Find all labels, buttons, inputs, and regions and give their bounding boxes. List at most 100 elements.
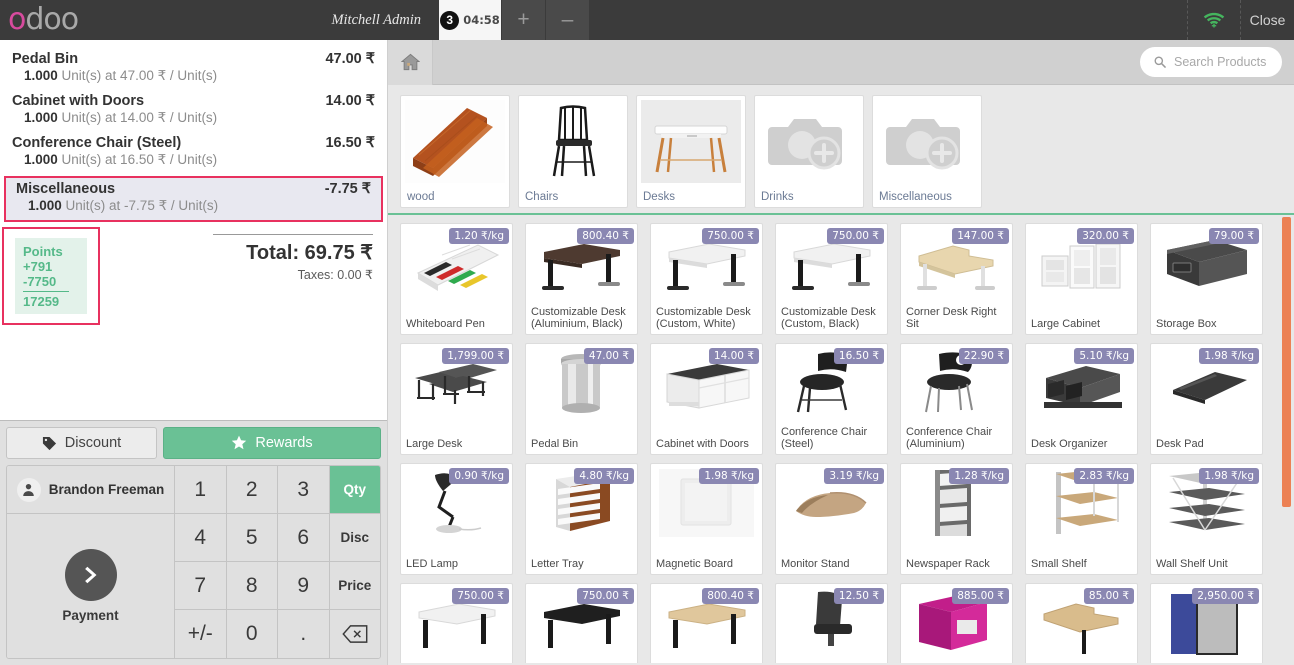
numpad-mode-price[interactable]: Price (328, 562, 380, 610)
product-card[interactable]: 4.80 ₹/kg Letter Tray (525, 463, 638, 575)
product-card[interactable]: 147.00 ₹ Corner Desk Right Sit (900, 223, 1013, 335)
order-tab[interactable]: 3 04:58 (439, 0, 501, 40)
backspace-icon[interactable] (328, 610, 380, 658)
order-line-detail: 1.000 Unit(s) at 14.00 ₹ / Unit(s) (12, 110, 375, 126)
add-order-button[interactable]: + (501, 0, 545, 40)
product-card[interactable]: 79.00 ₹ Storage Box (1150, 223, 1263, 335)
product-price: 750.00 ₹ (452, 588, 509, 604)
remove-order-button[interactable]: – (545, 0, 589, 40)
home-icon[interactable] (388, 39, 433, 85)
product-card[interactable]: 320.00 ₹ Large Cabinet (1025, 223, 1138, 335)
numpad-mode-disc[interactable]: Disc (328, 514, 380, 562)
product-card[interactable]: 800.40 ₹ (650, 583, 763, 663)
product-card[interactable]: 1.98 ₹/kg Desk Pad (1150, 343, 1263, 455)
product-card[interactable]: 85.00 ₹ (1025, 583, 1138, 663)
rewards-button[interactable]: Rewards (162, 427, 381, 459)
order-summary: Points +791 -7750 17259 Total: 69.75 ₹ T… (0, 224, 387, 342)
product-price: 14.00 ₹ (708, 348, 759, 364)
product-price: 85.00 ₹ (1083, 588, 1134, 604)
category-list: wood Chairs Desks Drinks Miscellaneous (388, 85, 1294, 215)
points-divider (23, 290, 69, 292)
product-card[interactable]: 47.00 ₹ Pedal Bin (525, 343, 638, 455)
discount-button[interactable]: Discount (6, 427, 157, 459)
numpad-key-0[interactable]: 0 (225, 610, 277, 658)
search-icon (1154, 56, 1166, 68)
order-line-selected[interactable]: Miscellaneous -7.75 ₹ 1.000 Unit(s) at -… (4, 176, 383, 222)
product-card[interactable]: 1.98 ₹/kg Magnetic Board (650, 463, 763, 575)
wifi-icon[interactable] (1187, 0, 1240, 40)
numpad-key-2[interactable]: 2 (225, 466, 277, 514)
products-subheader: Search Products (388, 39, 1294, 85)
product-price: 750.00 ₹ (827, 228, 884, 244)
product-card[interactable]: 1.20 ₹/kg Whiteboard Pen (400, 223, 513, 335)
product-card[interactable]: 885.00 ₹ (900, 583, 1013, 663)
product-name: Conference Chair (Steel) (781, 425, 868, 451)
white-desk-image (641, 100, 741, 183)
product-price: 2,950.00 ₹ (1192, 588, 1259, 604)
close-button[interactable]: Close (1240, 0, 1294, 40)
numpad: 1 2 3 Qty 4 5 6 Disc 7 8 9 Price +/- 0 . (174, 466, 380, 658)
order-line-qty: 1.000 (24, 152, 58, 167)
product-card[interactable]: 14.00 ₹ Cabinet with Doors (650, 343, 763, 455)
session-timer: 04:58 (463, 13, 500, 27)
category-drinks[interactable]: Drinks (754, 95, 864, 208)
order-line-unitprice: Unit(s) at -7.75 ₹ / Unit(s) (61, 198, 219, 213)
product-name: Customizable Desk (Custom, White) (656, 305, 751, 331)
product-card[interactable]: 1,799.00 ₹ Large Desk (400, 343, 513, 455)
product-card[interactable]: 1.28 ₹/kg Newspaper Rack (900, 463, 1013, 575)
customer-name: Brandon Freeman (48, 482, 165, 497)
numpad-key-decimal[interactable]: . (277, 610, 329, 658)
numpad-key-3[interactable]: 3 (277, 466, 329, 514)
order-line[interactable]: Cabinet with Doors 14.00 ₹ 1.000 Unit(s)… (0, 90, 387, 132)
order-taxes: Taxes: 0.00 ₹ (297, 268, 373, 282)
product-card[interactable]: 750.00 ₹ Customizable Desk (Custom, Whit… (650, 223, 763, 335)
product-grid-scrollbar[interactable] (1282, 217, 1291, 507)
product-card[interactable]: 750.00 ₹ (400, 583, 513, 663)
category-wood[interactable]: wood (400, 95, 510, 208)
order-line-qty: 1.000 (24, 110, 58, 125)
numpad-mode-qty[interactable]: Qty (328, 466, 380, 514)
product-price: 1,799.00 ₹ (442, 348, 509, 364)
product-card[interactable]: 750.00 ₹ Customizable Desk (Custom, Blac… (775, 223, 888, 335)
product-card[interactable]: 2.83 ₹/kg Small Shelf (1025, 463, 1138, 575)
order-line[interactable]: Pedal Bin 47.00 ₹ 1.000 Unit(s) at 47.00… (0, 48, 387, 90)
numpad-key-9[interactable]: 9 (277, 562, 329, 610)
numpad-key-8[interactable]: 8 (225, 562, 277, 610)
product-card[interactable]: 22.90 ₹ Conference Chair (Aluminium) (900, 343, 1013, 455)
customer-button[interactable]: Brandon Freeman (7, 466, 174, 514)
category-chairs[interactable]: Chairs (518, 95, 628, 208)
product-card[interactable]: 3.19 ₹/kg Monitor Stand (775, 463, 888, 575)
product-card[interactable]: 800.40 ₹ Customizable Desk (Aluminium, B… (525, 223, 638, 335)
search-input[interactable]: Search Products (1140, 47, 1282, 77)
product-card[interactable]: 1.98 ₹/kg Wall Shelf Unit (1150, 463, 1263, 575)
payment-button[interactable]: Payment (7, 514, 174, 658)
product-price: 800.40 ₹ (702, 588, 759, 604)
odoo-logo[interactable]: odoo (0, 0, 120, 40)
product-card[interactable]: 2,950.00 ₹ (1150, 583, 1263, 663)
wood-planks-image (405, 100, 505, 183)
product-card[interactable]: 0.90 ₹/kg LED Lamp (400, 463, 513, 575)
product-card[interactable]: 5.10 ₹/kg Desk Organizer (1025, 343, 1138, 455)
product-name: Cabinet with Doors (656, 438, 749, 451)
numpad-key-1[interactable]: 1 (174, 466, 226, 514)
payment-label: Payment (62, 608, 119, 623)
numpad-key-plusminus[interactable]: +/- (174, 610, 226, 658)
order-line-detail: 1.000 Unit(s) at 16.50 ₹ / Unit(s) (12, 152, 375, 168)
star-icon (231, 435, 247, 451)
order-line[interactable]: Conference Chair (Steel) 16.50 ₹ 1.000 U… (0, 132, 387, 174)
product-price: 750.00 ₹ (577, 588, 634, 604)
order-count-badge: 3 (440, 10, 460, 30)
product-card[interactable]: 12.50 ₹ (775, 583, 888, 663)
order-totals: Total: 69.75 ₹ Taxes: 0.00 ₹ (213, 234, 373, 282)
numpad-key-6[interactable]: 6 (277, 514, 329, 562)
product-card[interactable]: 750.00 ₹ (525, 583, 638, 663)
category-desks[interactable]: Desks (636, 95, 746, 208)
category-miscellaneous[interactable]: Miscellaneous (872, 95, 982, 208)
numpad-key-4[interactable]: 4 (174, 514, 226, 562)
numpad-key-5[interactable]: 5 (225, 514, 277, 562)
product-card[interactable]: 16.50 ₹ Conference Chair (Steel) (775, 343, 888, 455)
product-name: Desk Organizer (1031, 438, 1108, 451)
numpad-key-7[interactable]: 7 (174, 562, 226, 610)
product-name: LED Lamp (406, 558, 458, 571)
placeholder-camera-icon (759, 100, 859, 183)
